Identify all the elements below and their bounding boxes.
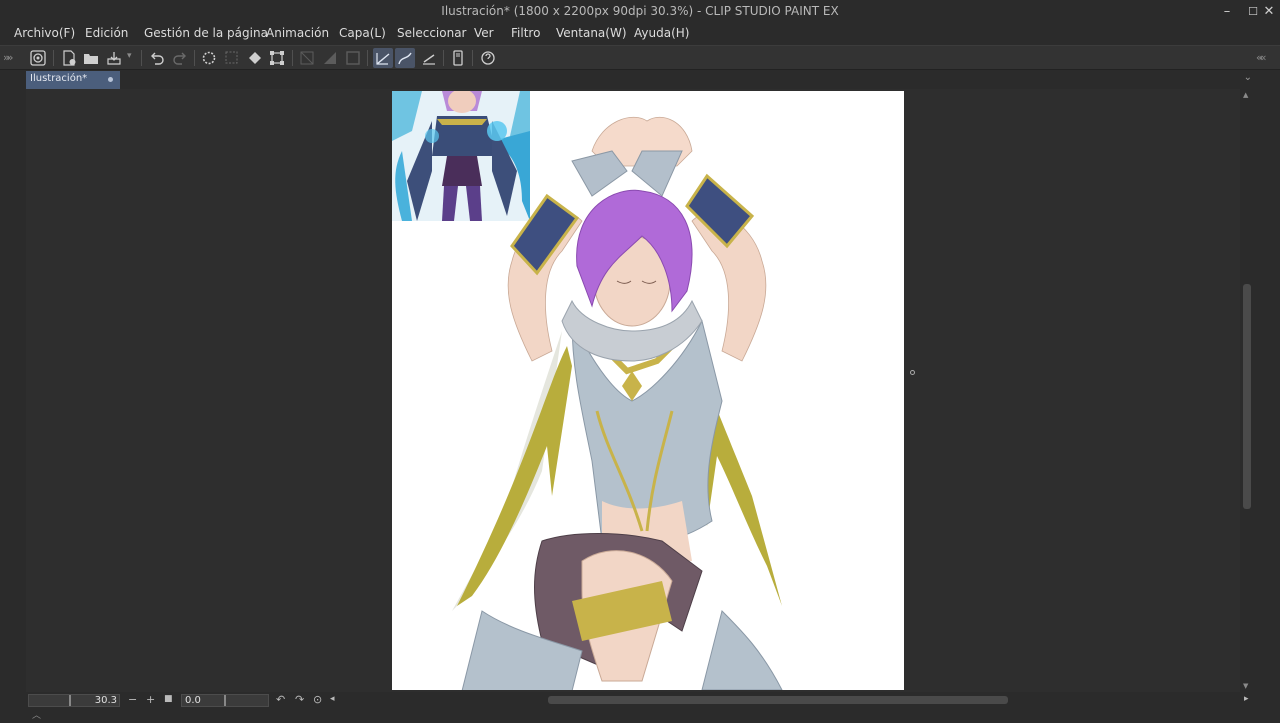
open-folder-icon[interactable] <box>81 48 101 68</box>
device-icon[interactable] <box>448 48 468 68</box>
menu-ver[interactable]: Ver <box>474 26 494 40</box>
menu-seleccionar[interactable]: Seleccionar <box>397 26 466 40</box>
new-file-icon[interactable] <box>59 48 79 68</box>
menu-filtro[interactable]: Filtro <box>511 26 540 40</box>
menu-capa[interactable]: Capa(L) <box>339 26 386 40</box>
rotate-left-icon[interactable]: ↶ <box>276 693 285 706</box>
scroll-left-icon[interactable]: ◂ <box>330 694 335 704</box>
drawing-canvas[interactable] <box>392 91 904 690</box>
ruler-icon[interactable] <box>297 48 317 68</box>
zoom-value: 30.3 <box>94 695 117 706</box>
command-bar: »» ▾ «« <box>0 45 1280 70</box>
reset-rotation-icon[interactable]: ⊙ <box>313 693 322 706</box>
zoom-out-button[interactable]: − <box>128 693 137 706</box>
vertical-scrollbar[interactable]: ▲ ▼ <box>1240 89 1254 692</box>
stroke-icon[interactable] <box>419 48 439 68</box>
undo-icon[interactable] <box>147 48 167 68</box>
expand-left-icon[interactable]: »» <box>3 51 14 64</box>
menu-animacion[interactable]: Animación <box>266 26 329 40</box>
scroll-down-icon[interactable]: ▼ <box>1243 682 1248 690</box>
save-icon[interactable] <box>104 48 124 68</box>
fill-icon[interactable] <box>245 48 265 68</box>
menu-bar: Archivo(F) Edición Gestión de la página … <box>0 23 1280 45</box>
rotate-slider-handle[interactable] <box>224 695 226 706</box>
redo-icon[interactable] <box>170 48 190 68</box>
fit-view-button[interactable]: ■ <box>164 694 173 704</box>
expand-panel-icon[interactable]: ︿ <box>32 708 41 721</box>
rotate-value: 0.0 <box>185 695 201 706</box>
horizontal-scrollbar[interactable] <box>338 695 1240 706</box>
menu-gestion-pagina[interactable]: Gestión de la página <box>144 26 268 40</box>
menu-edicion[interactable]: Edición <box>85 26 128 40</box>
close-button[interactable]: ✕ <box>1258 2 1280 20</box>
gradient-icon[interactable] <box>320 48 340 68</box>
frame-icon[interactable] <box>343 48 363 68</box>
document-tabs: Ilustración* ⌄ <box>0 70 1280 89</box>
zoom-in-button[interactable]: + <box>146 693 155 706</box>
expand-right-icon[interactable]: «« <box>1256 51 1267 64</box>
scroll-up-icon[interactable]: ▲ <box>1243 91 1248 99</box>
brush-cursor <box>910 370 915 375</box>
clip-studio-icon[interactable] <box>28 48 48 68</box>
menu-archivo[interactable]: Archivo(F) <box>14 26 75 40</box>
zoom-slider-handle[interactable] <box>69 695 71 706</box>
transform-icon[interactable] <box>267 48 287 68</box>
title-bar: Ilustración* (1800 x 2200px 90dpi 30.3%)… <box>0 0 1280 23</box>
help-icon[interactable] <box>478 48 498 68</box>
tab-label: Ilustración* <box>30 73 88 84</box>
zoom-field[interactable]: 30.3 <box>28 694 120 707</box>
loading-icon[interactable] <box>199 48 219 68</box>
status-row: ︿ <box>0 708 1280 723</box>
window-title: Ilustración* (1800 x 2200px 90dpi 30.3%)… <box>441 4 839 18</box>
menu-ayuda[interactable]: Ayuda(H) <box>634 26 689 40</box>
minimize-button[interactable]: – <box>1216 2 1238 20</box>
navigator-bar: 30.3 − + ■ 0.0 ↶ ↷ ⊙ ◂ ▸ <box>0 692 1280 708</box>
line-correction-icon[interactable] <box>373 48 393 68</box>
curve-icon[interactable] <box>395 48 415 68</box>
save-dropdown-icon[interactable]: ▾ <box>127 51 132 61</box>
tab-ilustracion[interactable]: Ilustración* <box>26 71 120 89</box>
character-illustration <box>452 116 783 690</box>
select-icon[interactable] <box>222 48 242 68</box>
tab-list-icon[interactable]: ⌄ <box>1244 72 1252 83</box>
vertical-scroll-thumb[interactable] <box>1243 284 1251 509</box>
scroll-right-icon[interactable]: ▸ <box>1244 694 1249 704</box>
rotate-field[interactable]: 0.0 <box>181 694 269 707</box>
horizontal-scroll-thumb[interactable] <box>548 696 1008 704</box>
menu-ventana[interactable]: Ventana(W) <box>556 26 627 40</box>
tab-close-icon[interactable] <box>108 77 113 82</box>
rotate-right-icon[interactable]: ↷ <box>295 693 304 706</box>
